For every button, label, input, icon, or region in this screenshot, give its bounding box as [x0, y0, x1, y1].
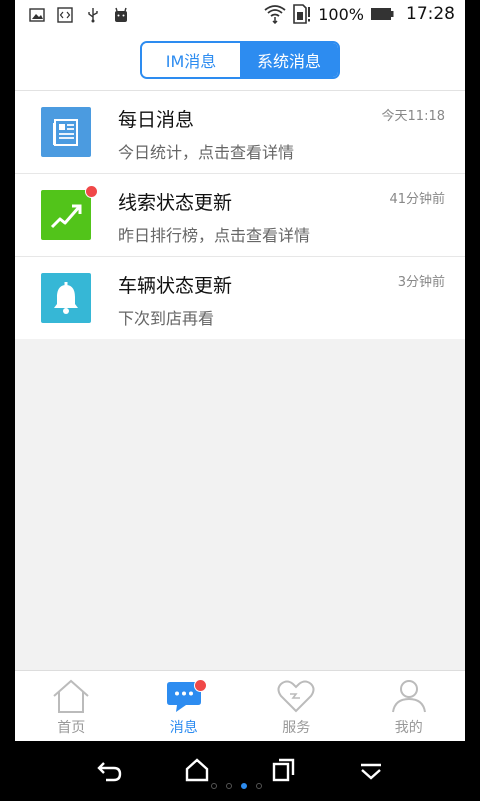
- status-bar: 100% 17:28: [15, 0, 465, 32]
- message-title: 每日消息: [118, 109, 195, 131]
- nav-item-home[interactable]: 首页: [15, 671, 128, 741]
- clock: 17:28: [406, 4, 455, 24]
- message-time: 今天11:18: [381, 109, 445, 124]
- message-subtitle: 昨日排行榜，点击查看详情: [118, 226, 311, 245]
- unread-badge: [193, 679, 207, 692]
- message-title: 车辆状态更新: [118, 275, 233, 297]
- sim-alert-icon: [293, 4, 311, 24]
- wifi-icon: [264, 5, 286, 24]
- newspaper-icon: [41, 107, 91, 157]
- message-time: 41分钟前: [389, 192, 445, 207]
- list-item[interactable]: 车辆状态更新 下次到店再看 3分钟前: [15, 257, 465, 339]
- page-indicator: [211, 783, 262, 789]
- message-subtitle: 下次到店再看: [118, 309, 215, 328]
- page-dot-active: [241, 783, 247, 789]
- page-dot: [256, 783, 262, 789]
- home-icon: [53, 679, 89, 713]
- message-time: 3分钟前: [397, 275, 445, 290]
- page-dot: [226, 783, 232, 789]
- image-icon: [29, 8, 45, 22]
- nav-label: 服务: [282, 720, 311, 736]
- list-item[interactable]: 每日消息 今日统计，点击查看详情 今天11:18: [15, 91, 465, 174]
- home-icon[interactable]: [184, 757, 210, 783]
- code-icon: [57, 7, 73, 23]
- message-title: 线索状态更新: [118, 192, 233, 214]
- nav-label: 首页: [57, 720, 86, 736]
- bottom-nav: 首页 消息 服务 我的: [15, 670, 465, 741]
- back-icon[interactable]: [96, 759, 124, 783]
- nav-item-me[interactable]: 我的: [353, 671, 466, 741]
- battery-icon: [371, 8, 394, 20]
- trend-up-icon: [41, 190, 91, 240]
- bell-icon: [41, 273, 91, 323]
- message-list: 每日消息 今日统计，点击查看详情 今天11:18 线索状态更新 昨日排行榜，点击…: [15, 91, 465, 339]
- tab-system-messages[interactable]: 系统消息: [240, 43, 338, 77]
- nav-label: 我的: [394, 720, 423, 736]
- nav-item-messages[interactable]: 消息: [128, 671, 241, 741]
- android-icon: [115, 7, 127, 22]
- page-dot: [211, 783, 217, 789]
- header: IM消息 系统消息: [15, 32, 465, 91]
- message-type-segmented-control: IM消息 系统消息: [140, 41, 340, 79]
- user-icon: [391, 680, 426, 713]
- usb-icon: [88, 8, 98, 23]
- nav-label: 消息: [169, 720, 198, 736]
- dropdown-icon[interactable]: [359, 761, 383, 781]
- message-subtitle: 今日统计，点击查看详情: [118, 143, 295, 162]
- battery-percent: 100%: [318, 4, 364, 24]
- unread-badge: [85, 185, 98, 198]
- heart-icon: [277, 680, 315, 713]
- app-screen: 100% 17:28 IM消息 系统消息 每日消息 今日统计，点击查看详情 今天…: [15, 0, 465, 741]
- recents-icon[interactable]: [272, 758, 296, 782]
- nav-item-services[interactable]: 服务: [240, 671, 353, 741]
- system-nav-bar: [0, 741, 480, 801]
- list-item[interactable]: 线索状态更新 昨日排行榜，点击查看详情 41分钟前: [15, 174, 465, 257]
- tab-im-messages[interactable]: IM消息: [142, 43, 240, 77]
